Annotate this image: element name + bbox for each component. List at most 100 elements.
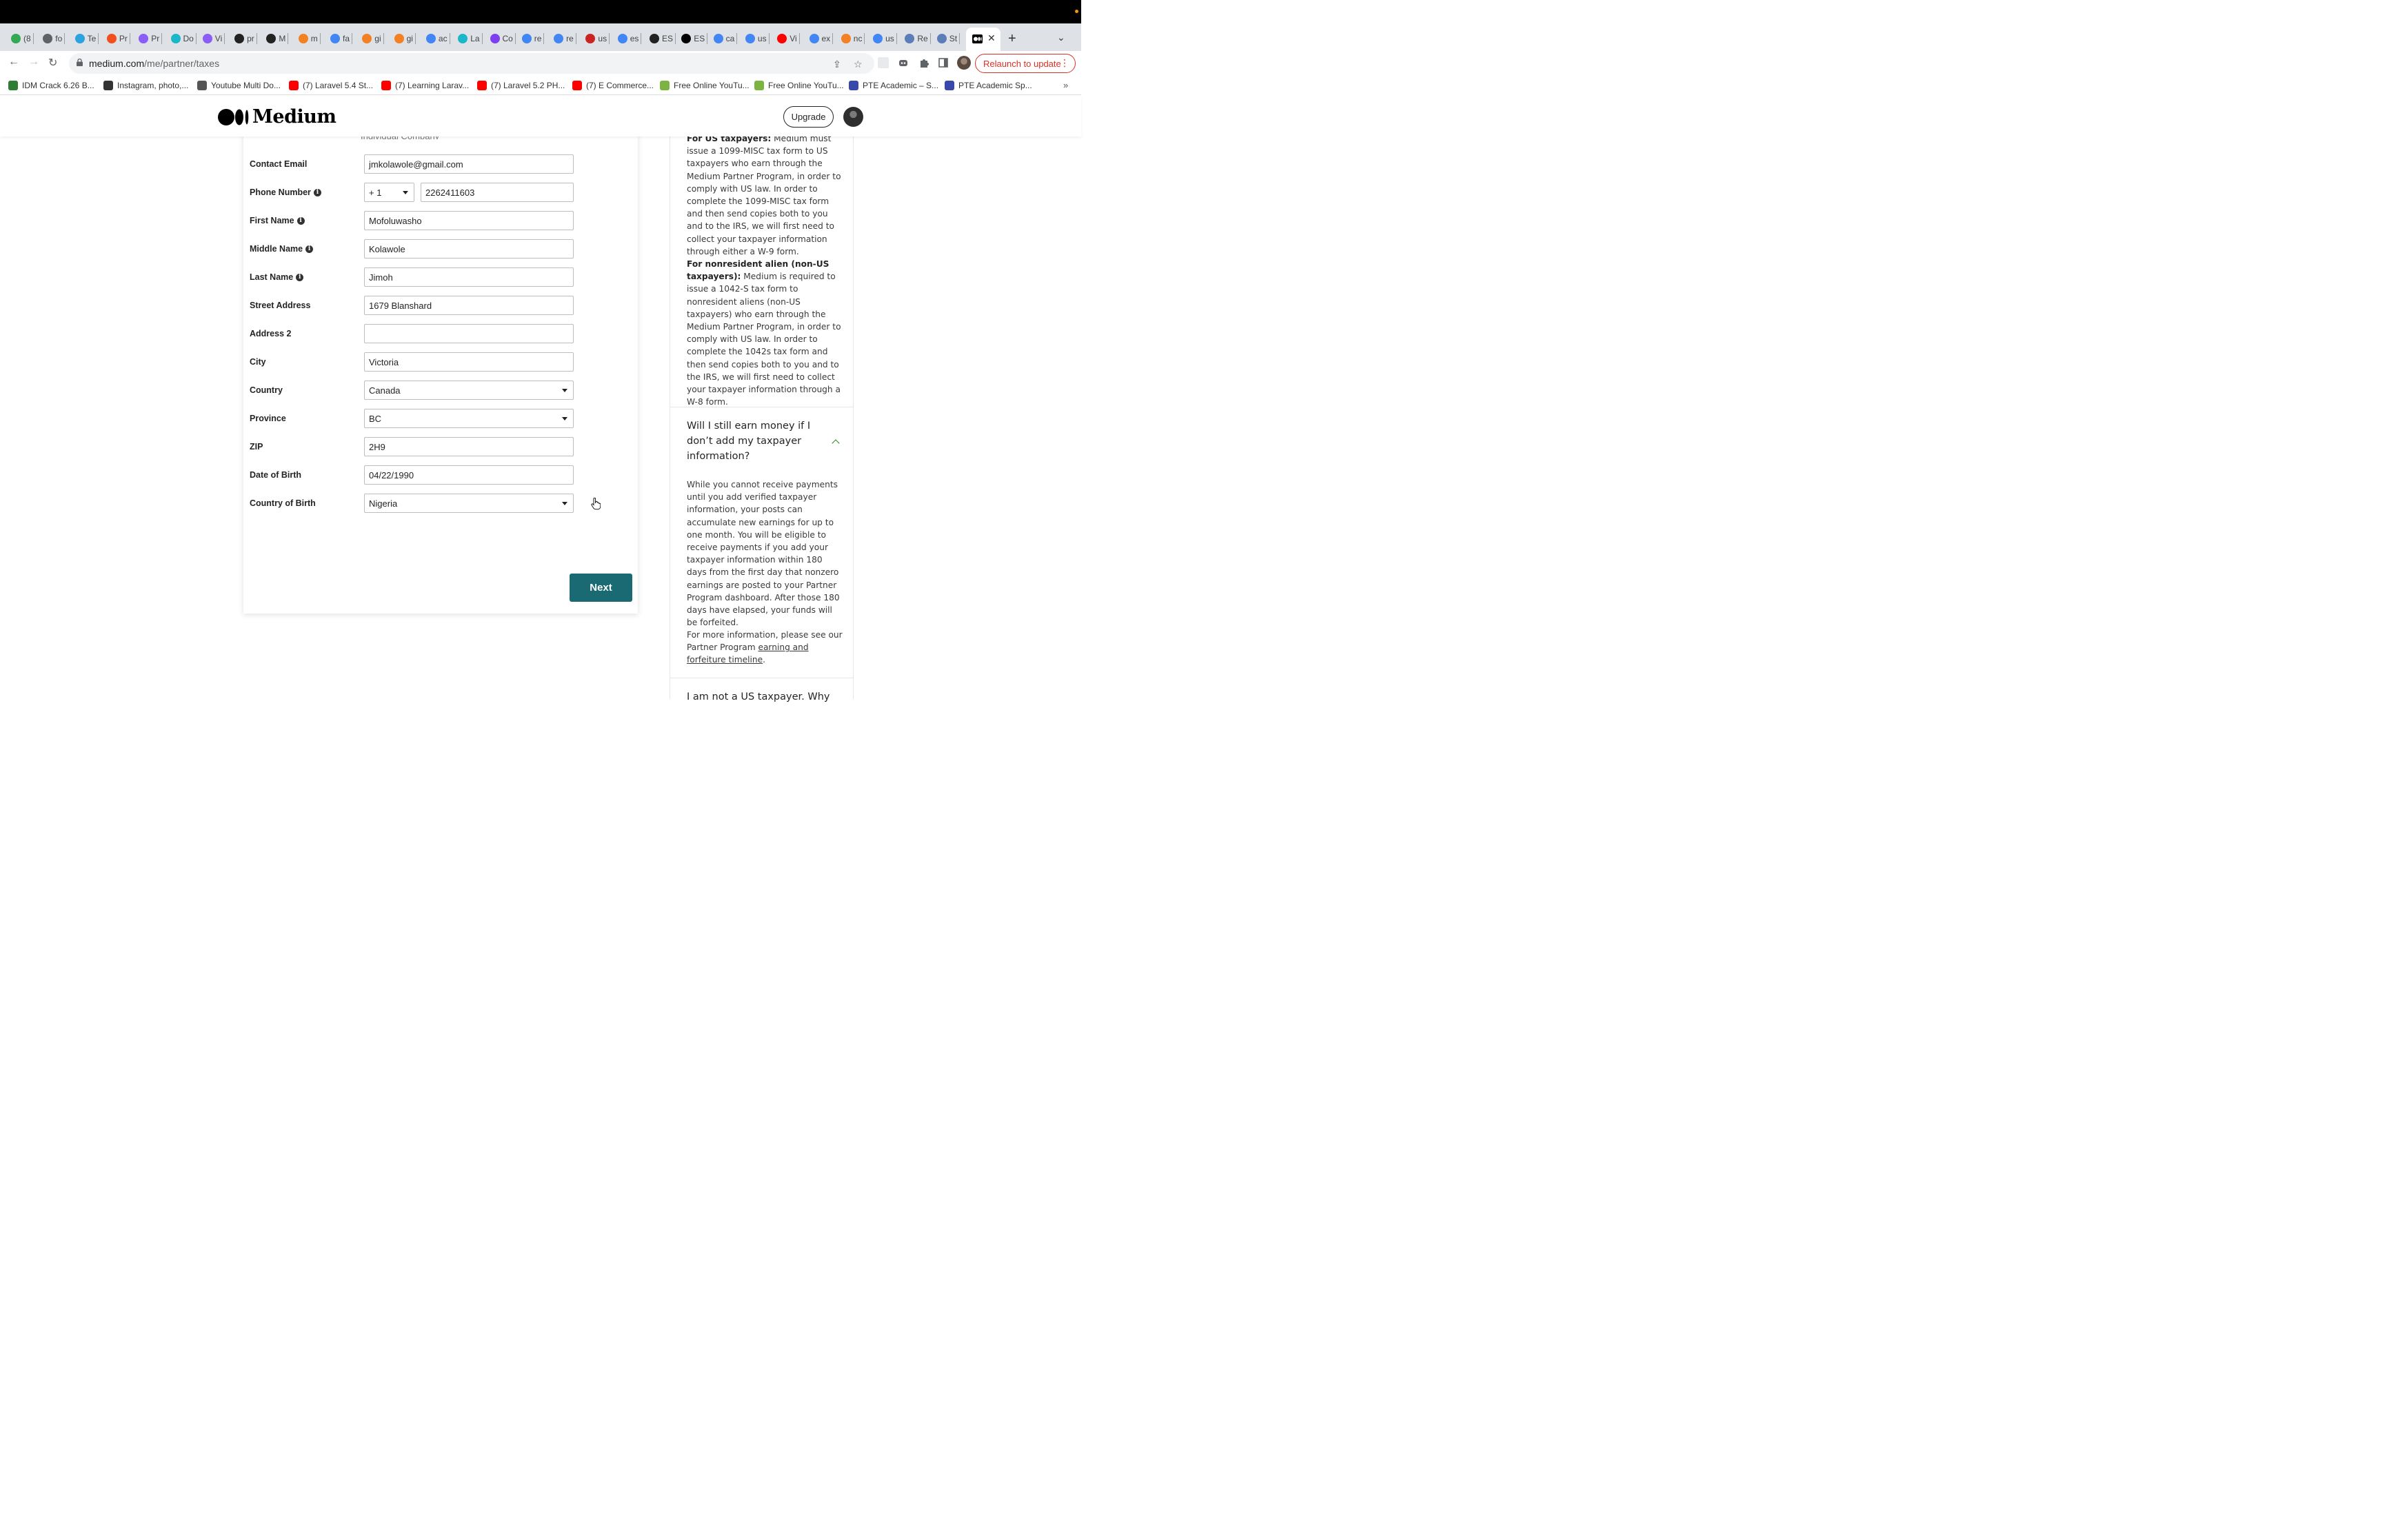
browser-tab[interactable]: ES bbox=[681, 31, 708, 46]
tab-favicon-icon bbox=[425, 34, 436, 43]
chevron-down-icon bbox=[562, 502, 567, 505]
browser-tab[interactable]: Re bbox=[905, 31, 931, 46]
province-select[interactable]: BC bbox=[364, 409, 574, 428]
browser-tab[interactable]: M bbox=[266, 31, 289, 46]
new-tab-button[interactable]: + bbox=[1008, 31, 1016, 47]
browser-tab[interactable]: ES bbox=[650, 31, 676, 46]
puzzle-extensions-icon[interactable] bbox=[918, 57, 929, 68]
chevron-up-icon[interactable] bbox=[832, 439, 840, 447]
browser-tab[interactable]: es bbox=[617, 31, 642, 46]
info-icon[interactable]: i bbox=[305, 245, 314, 253]
browser-tab[interactable]: Co bbox=[490, 31, 516, 46]
phone-number-label-text: Phone Number bbox=[250, 188, 311, 197]
date-of-birth-input[interactable]: 04/22/1990 bbox=[364, 465, 574, 485]
bookmark-item[interactable]: (7) Laravel 5.2 PH... bbox=[477, 81, 565, 90]
upgrade-button[interactable]: Upgrade bbox=[783, 106, 834, 128]
bookmark-item[interactable]: PTE Academic – S... bbox=[849, 81, 938, 90]
browser-tab[interactable]: Do bbox=[170, 31, 197, 46]
medium-logo[interactable]: Medium bbox=[218, 106, 336, 128]
browser-tab[interactable]: ex bbox=[809, 31, 834, 46]
reload-icon[interactable]: ↻ bbox=[48, 56, 57, 70]
bookmark-item[interactable]: Youtube Multi Do... bbox=[197, 81, 281, 90]
browser-tab[interactable]: ac bbox=[425, 31, 450, 46]
close-tab-icon[interactable]: ✕ bbox=[987, 32, 996, 44]
us-taxpayers-text: Medium must issue a 1099-MISC tax form t… bbox=[687, 134, 841, 256]
tab-label: re bbox=[566, 34, 574, 43]
tab-search-chevron-icon[interactable]: ⌄ bbox=[1057, 32, 1065, 43]
bookmark-star-icon[interactable]: ☆ bbox=[854, 59, 863, 70]
browser-tab[interactable]: re bbox=[521, 31, 545, 46]
country-of-birth-select[interactable]: Nigeria bbox=[364, 494, 574, 513]
forward-arrow-icon[interactable]: → bbox=[28, 56, 39, 68]
next-button[interactable]: Next bbox=[570, 574, 632, 602]
taxes-info-sidebar: For US taxpayers: Medium must issue a 10… bbox=[670, 131, 854, 702]
medium-favicon-icon bbox=[972, 34, 983, 43]
more-menu-icon[interactable]: ⋮ bbox=[1060, 57, 1069, 69]
first-name-input[interactable]: Mofoluwasho bbox=[364, 211, 574, 230]
tab-favicon-icon bbox=[905, 34, 915, 43]
bookmark-item[interactable]: Instagram, photo,... bbox=[103, 81, 188, 90]
browser-tab[interactable]: Vi bbox=[777, 31, 800, 46]
bookmark-item[interactable]: PTE Academic Sp... bbox=[945, 81, 1032, 90]
side-panel-icon[interactable] bbox=[938, 57, 949, 68]
bookmark-item[interactable]: Free Online YouTu... bbox=[754, 81, 844, 90]
browser-tab[interactable]: re bbox=[554, 31, 576, 46]
phone-number-input[interactable]: 2262411603 bbox=[421, 183, 574, 202]
info-icon[interactable]: i bbox=[296, 216, 305, 225]
url-path: /me/partner/taxes bbox=[144, 58, 220, 69]
browser-tab[interactable]: pr bbox=[234, 31, 257, 46]
street-address-input[interactable]: 1679 Blanshard bbox=[364, 296, 574, 315]
faq-question-earn-money[interactable]: Will I still earn money if I don’t add m… bbox=[687, 418, 818, 464]
browser-tab[interactable]: St bbox=[936, 31, 961, 46]
contact-email-input[interactable]: jmkolawole@gmail.com bbox=[364, 154, 574, 174]
browser-tab[interactable]: gi bbox=[394, 31, 416, 46]
tab-separator bbox=[195, 33, 197, 44]
last-name-input[interactable]: Jimoh bbox=[364, 267, 574, 287]
info-icon[interactable]: i bbox=[313, 188, 321, 196]
first-name-label-text: First Name bbox=[250, 216, 294, 225]
browser-tab[interactable]: us bbox=[745, 31, 770, 46]
browser-tab[interactable]: (8 bbox=[11, 31, 34, 46]
bookmark-item[interactable]: (7) Learning Larav... bbox=[381, 81, 469, 90]
bookmark-item[interactable]: (7) Laravel 5.4 St... bbox=[289, 81, 373, 90]
browser-tab[interactable]: La bbox=[458, 31, 483, 46]
faq-question-not-us-taxpayer[interactable]: I am not a US taxpayer. Why bbox=[687, 689, 838, 705]
profile-avatar[interactable] bbox=[957, 56, 971, 70]
country-code-select[interactable]: + 1 bbox=[364, 183, 414, 202]
browser-tab[interactable]: ca bbox=[713, 31, 738, 46]
extension-placeholder-icon[interactable] bbox=[878, 57, 889, 68]
date-of-birth-row: Date of Birth 04/22/1990 bbox=[243, 465, 638, 485]
browser-tab[interactable]: fo bbox=[43, 31, 66, 46]
address-2-input[interactable] bbox=[364, 324, 574, 343]
more-bookmarks-icon[interactable]: » bbox=[1063, 80, 1068, 90]
browser-tab[interactable]: Pr bbox=[139, 31, 163, 46]
nonus-taxpayers-text: Medium is required to issue a 1042-S tax… bbox=[687, 272, 841, 407]
tab-medium-active[interactable]: ✕ bbox=[966, 28, 1001, 51]
bookmark-item[interactable]: Free Online YouTu... bbox=[660, 81, 750, 90]
zip-input[interactable]: 2H9 bbox=[364, 437, 574, 456]
browser-tab[interactable]: Vi bbox=[202, 31, 225, 46]
browser-tab[interactable]: fa bbox=[330, 31, 353, 46]
browser-tab[interactable]: gi bbox=[362, 31, 384, 46]
country-select[interactable]: Canada bbox=[364, 381, 574, 400]
browser-tab[interactable]: Te bbox=[74, 31, 99, 46]
browser-tab[interactable]: Pr bbox=[106, 31, 130, 46]
relaunch-to-update-button[interactable]: Relaunch to update ⋮ bbox=[975, 54, 1076, 73]
tab-favicon-icon bbox=[202, 34, 212, 43]
browser-tab[interactable]: us bbox=[585, 31, 610, 46]
tab-favicon-icon bbox=[43, 34, 53, 43]
back-arrow-icon[interactable]: ← bbox=[8, 56, 19, 68]
browser-tab[interactable]: us bbox=[873, 31, 897, 46]
browser-tab[interactable]: m bbox=[298, 31, 321, 46]
user-avatar[interactable] bbox=[843, 107, 863, 127]
info-icon[interactable]: i bbox=[296, 273, 304, 281]
share-icon[interactable]: ⇪ bbox=[833, 59, 841, 70]
middle-name-input[interactable]: Kolawole bbox=[364, 239, 574, 259]
robot-extension-icon[interactable] bbox=[898, 57, 909, 68]
bookmark-item[interactable]: (7) E Commerce... bbox=[572, 81, 654, 90]
bookmark-item[interactable]: IDM Crack 6.26 B... bbox=[8, 81, 94, 90]
browser-tab[interactable]: nc bbox=[841, 31, 865, 46]
address-bar[interactable]: medium.com/me/partner/taxes ⇪ ☆ bbox=[69, 53, 874, 74]
city-input[interactable]: Victoria bbox=[364, 352, 574, 372]
bookmark-favicon-icon bbox=[289, 81, 299, 90]
